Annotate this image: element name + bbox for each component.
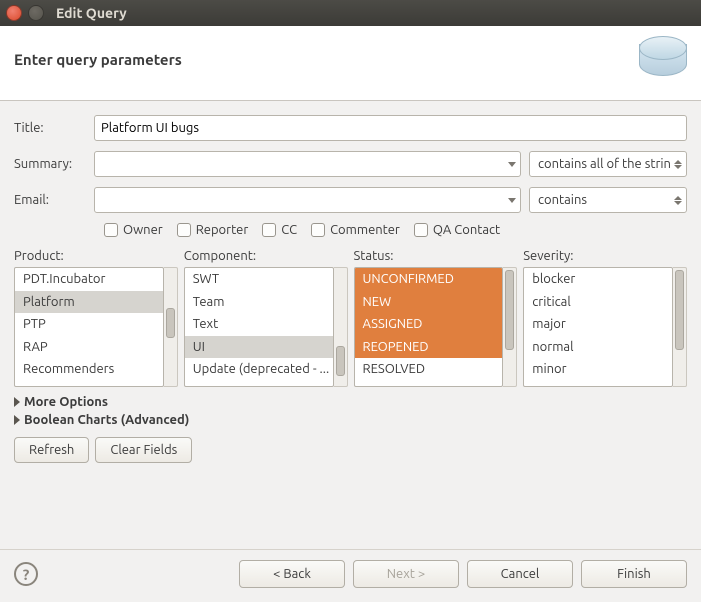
- chevron-down-icon: [508, 198, 516, 203]
- component-scrollbar[interactable]: [334, 267, 348, 387]
- status-scrollbar[interactable]: [503, 267, 517, 387]
- window-minimize-icon[interactable]: [28, 5, 44, 21]
- status-label: Status:: [354, 249, 518, 263]
- email-mode-select[interactable]: contains: [529, 187, 687, 213]
- wizard-footer: ? < Back Next > Cancel Finish: [0, 549, 701, 602]
- commenter-checkbox[interactable]: Commenter: [311, 223, 400, 237]
- product-column: Product: PDT.IncubatorPlatformPTPRAPReco…: [14, 249, 178, 387]
- next-button: Next >: [353, 560, 459, 588]
- form-content: Title: Summary: contains all of the stri…: [0, 101, 701, 471]
- list-item[interactable]: RAP: [15, 336, 163, 359]
- list-item[interactable]: PTP: [15, 313, 163, 336]
- list-item[interactable]: Text: [185, 313, 333, 336]
- product-label: Product:: [14, 249, 178, 263]
- list-item[interactable]: PDT.Incubator: [15, 268, 163, 291]
- title-label: Title:: [14, 121, 86, 135]
- summary-mode-value: contains all of the strin: [538, 157, 674, 171]
- cc-checkbox[interactable]: CC: [262, 223, 297, 237]
- severity-label: Severity:: [523, 249, 687, 263]
- product-listbox[interactable]: PDT.IncubatorPlatformPTPRAPRecommenders: [14, 267, 164, 387]
- refresh-button[interactable]: Refresh: [14, 437, 89, 463]
- title-input[interactable]: [94, 115, 687, 141]
- boolean-charts-expander[interactable]: Boolean Charts (Advanced): [14, 413, 687, 427]
- list-item[interactable]: Recommenders: [15, 358, 163, 381]
- list-item[interactable]: minor: [524, 358, 672, 381]
- list-item[interactable]: REOPENED: [355, 336, 503, 359]
- list-item[interactable]: Team: [185, 291, 333, 314]
- list-item[interactable]: UI: [185, 336, 333, 359]
- banner: Enter query parameters: [0, 26, 701, 101]
- help-icon[interactable]: ?: [14, 562, 38, 586]
- triangle-right-icon: [14, 397, 20, 407]
- cancel-button[interactable]: Cancel: [467, 560, 573, 588]
- spinner-icon: [674, 160, 682, 169]
- list-item[interactable]: SWT: [185, 268, 333, 291]
- severity-scrollbar[interactable]: [673, 267, 687, 387]
- severity-listbox[interactable]: blockercriticalmajornormalminor: [523, 267, 673, 387]
- summary-mode-select[interactable]: contains all of the strin: [529, 151, 687, 177]
- summary-combo[interactable]: [94, 151, 521, 177]
- back-button[interactable]: < Back: [239, 560, 345, 588]
- email-role-checks: Owner Reporter CC Commenter QA Contact: [104, 223, 687, 237]
- reporter-checkbox[interactable]: Reporter: [177, 223, 249, 237]
- title-row: Title:: [14, 115, 687, 141]
- list-item[interactable]: Update (deprecated - ...: [185, 358, 333, 381]
- email-row: Email: contains: [14, 187, 687, 213]
- list-item[interactable]: Platform: [15, 291, 163, 314]
- list-item[interactable]: NEW: [355, 291, 503, 314]
- email-label: Email:: [14, 193, 86, 207]
- filter-lists: Product: PDT.IncubatorPlatformPTPRAPReco…: [14, 249, 687, 387]
- triangle-right-icon: [14, 415, 20, 425]
- status-column: Status: UNCONFIRMEDNEWASSIGNEDREOPENEDRE…: [354, 249, 518, 387]
- list-item[interactable]: major: [524, 313, 672, 336]
- email-combo[interactable]: [94, 187, 521, 213]
- clear-fields-button[interactable]: Clear Fields: [95, 437, 192, 463]
- more-options-expander[interactable]: More Options: [14, 395, 687, 409]
- component-label: Component:: [184, 249, 348, 263]
- email-mode-value: contains: [538, 193, 674, 207]
- list-item[interactable]: normal: [524, 336, 672, 359]
- product-scrollbar[interactable]: [164, 267, 178, 387]
- finish-button[interactable]: Finish: [581, 560, 687, 588]
- list-item[interactable]: RESOLVED: [355, 358, 503, 381]
- database-icon: [639, 36, 687, 82]
- chevron-down-icon: [508, 162, 516, 167]
- list-item[interactable]: ASSIGNED: [355, 313, 503, 336]
- list-item[interactable]: UNCONFIRMED: [355, 268, 503, 291]
- owner-checkbox[interactable]: Owner: [104, 223, 163, 237]
- status-listbox[interactable]: UNCONFIRMEDNEWASSIGNEDREOPENEDRESOLVED: [354, 267, 504, 387]
- summary-label: Summary:: [14, 157, 86, 171]
- spinner-icon: [674, 196, 682, 205]
- component-listbox[interactable]: SWTTeamTextUIUpdate (deprecated - ...: [184, 267, 334, 387]
- window-title: Edit Query: [56, 5, 127, 21]
- page-title: Enter query parameters: [14, 51, 182, 68]
- list-item[interactable]: blocker: [524, 268, 672, 291]
- summary-row: Summary: contains all of the strin: [14, 151, 687, 177]
- component-column: Component: SWTTeamTextUIUpdate (deprecat…: [184, 249, 348, 387]
- action-buttons: Refresh Clear Fields: [14, 437, 687, 463]
- window-close-icon[interactable]: [6, 5, 22, 21]
- window-titlebar: Edit Query: [0, 0, 701, 26]
- qa-contact-checkbox[interactable]: QA Contact: [414, 223, 500, 237]
- list-item[interactable]: critical: [524, 291, 672, 314]
- severity-column: Severity: blockercriticalmajornormalmino…: [523, 249, 687, 387]
